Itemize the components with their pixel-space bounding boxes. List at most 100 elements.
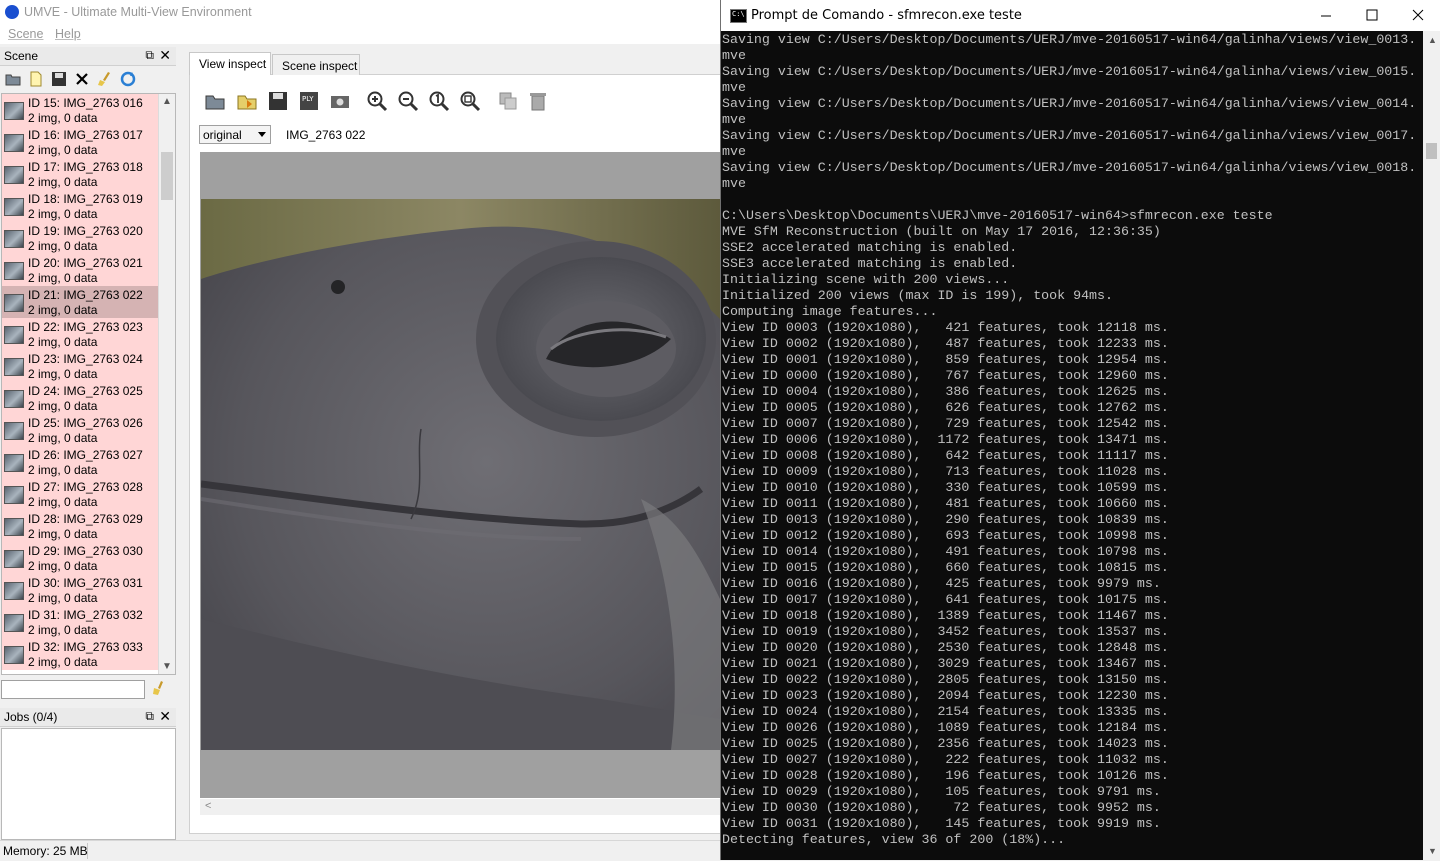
view-name: ID 15: IMG_2763 016 [28,96,143,110]
view-info: 2 img, 0 data [28,271,98,285]
console-line: View ID 0004 (1920x1080), 386 features, … [722,384,1169,399]
close-scene-icon[interactable] [74,71,90,87]
minimize-button[interactable] [1303,0,1349,31]
console-line: View ID 0009 (1920x1080), 713 features, … [722,464,1169,479]
tab-view-inspect[interactable]: View inspect [189,52,271,75]
scene-view-item[interactable]: ID 30: IMG_2763 031 2 img, 0 data [2,574,175,606]
zoom-fit-icon[interactable] [459,90,481,112]
menu-scene[interactable]: Scene [8,27,43,41]
view-info: 2 img, 0 data [28,303,98,317]
view-name: ID 27: IMG_2763 028 [28,480,143,494]
zoom-out-icon[interactable] [397,90,419,112]
view-thumbnail [4,614,24,632]
dock-close-icon[interactable]: ✕ [159,708,171,725]
clear-filter-icon[interactable] [152,680,166,696]
console-output[interactable]: Saving view C:/Users/Desktop/Documents/U… [722,32,1422,860]
console-line: View ID 0015 (1920x1080), 660 features, … [722,560,1169,575]
scene-view-item[interactable]: ID 28: IMG_2763 029 2 img, 0 data [2,510,175,542]
scroll-thumb[interactable] [1426,143,1437,159]
console-line: View ID 0000 (1920x1080), 767 features, … [722,368,1169,383]
view-name: ID 28: IMG_2763 029 [28,512,143,526]
console-scrollbar[interactable]: ▲ ▼ [1423,31,1440,860]
export-ply-icon[interactable]: PLY [298,90,320,112]
console-line: Initialized 200 views (max ID is 199), t… [722,288,1113,303]
scroll-down-icon[interactable]: ▼ [1428,846,1437,856]
trash-icon[interactable] [527,90,549,112]
image-mode-select[interactable]: original [199,125,271,144]
console-line: View ID 0031 (1920x1080), 145 features, … [722,816,1161,831]
scene-view-item[interactable]: ID 20: IMG_2763 021 2 img, 0 data [2,254,175,286]
scene-view-list[interactable]: ID 15: IMG_2763 016 2 img, 0 data ID 16: I… [1,93,176,675]
frog-statue-photo [201,199,720,750]
maximize-button[interactable] [1349,0,1395,31]
console-line: MVE SfM Reconstruction (built on May 17 … [722,224,1161,239]
refresh-icon[interactable] [120,71,136,87]
open-folder-icon[interactable] [5,71,21,87]
view-thumbnail [4,198,24,216]
dock-close-icon[interactable]: ✕ [159,47,171,64]
scene-view-item[interactable]: ID 18: IMG_2763 019 2 img, 0 data [2,190,175,222]
scene-list-scrollbar[interactable]: ▲ ▼ [158,94,175,674]
scene-view-item[interactable]: ID 21: IMG_2763 022 2 img, 0 data [2,286,175,318]
view-name: ID 23: IMG_2763 024 [28,352,143,366]
console-line: Saving view C:/Users/Desktop/Documents/U… [722,160,1417,175]
close-button[interactable] [1395,0,1440,31]
zoom-reset-icon[interactable] [428,90,450,112]
view-thumbnail [4,358,24,376]
tab-scene-inspect[interactable]: Scene inspect [272,54,360,75]
scroll-thumb[interactable] [161,152,173,200]
scroll-left-icon[interactable]: < [205,800,211,812]
console-line: View ID 0026 (1920x1080), 1089 features,… [722,720,1169,735]
save-icon[interactable] [51,71,67,87]
new-scene-icon[interactable] [28,71,44,87]
console-line: View ID 0002 (1920x1080), 487 features, … [722,336,1169,351]
scene-view-item[interactable]: ID 31: IMG_2763 032 2 img, 0 data [2,606,175,638]
command-prompt-window[interactable]: Prompt de Comando - sfmrecon.exe teste S… [720,0,1440,860]
image-horizontal-scrollbar[interactable]: < [200,799,720,815]
console-line: Saving view C:/Users/Desktop/Documents/U… [722,128,1417,143]
view-thumbnail [4,518,24,536]
scene-view-item[interactable]: ID 24: IMG_2763 025 2 img, 0 data [2,382,175,414]
view-thumbnail [4,166,24,184]
menu-help[interactable]: Help [55,27,81,41]
view-info: 2 img, 0 data [28,399,98,413]
scene-view-item[interactable]: ID 27: IMG_2763 028 2 img, 0 data [2,478,175,510]
view-info: 2 img, 0 data [28,239,98,253]
scene-filter-input[interactable] [1,680,145,699]
save-image-icon[interactable] [267,90,289,112]
scene-view-item[interactable]: ID 15: IMG_2763 016 2 img, 0 data [2,94,175,126]
scene-view-item[interactable]: ID 17: IMG_2763 018 2 img, 0 data [2,158,175,190]
view-info: 2 img, 0 data [28,527,98,541]
dock-float-icon[interactable]: ⧉ [145,709,154,724]
scene-view-item[interactable]: ID 29: IMG_2763 030 2 img, 0 data [2,542,175,574]
open-image-icon[interactable] [204,90,226,112]
scene-view-item[interactable]: ID 26: IMG_2763 027 2 img, 0 data [2,446,175,478]
console-line: View ID 0029 (1920x1080), 105 features, … [722,784,1161,799]
dock-float-icon[interactable]: ⧉ [145,48,154,63]
scene-dock-title: Scene [4,49,39,63]
cmd-title-bar[interactable]: Prompt de Comando - sfmrecon.exe teste [721,0,1440,31]
zoom-in-icon[interactable] [366,90,388,112]
clean-icon[interactable] [97,71,113,87]
scroll-up-icon[interactable]: ▲ [1428,35,1437,45]
scene-view-item[interactable]: ID 32: IMG_2763 033 2 img, 0 data [2,638,175,670]
console-line: mve [722,80,746,95]
screenshot-icon[interactable] [329,90,351,112]
scroll-up-icon[interactable]: ▲ [162,96,172,107]
scroll-down-icon[interactable]: ▼ [162,661,172,672]
jobs-dock-header: Jobs (0/4) ⧉ ✕ [0,708,176,727]
console-line: View ID 0025 (1920x1080), 2356 features,… [722,736,1169,751]
view-info: 2 img, 0 data [28,463,98,477]
scene-view-item[interactable]: ID 22: IMG_2763 023 2 img, 0 data [2,318,175,350]
view-thumbnail [4,230,24,248]
copy-icon[interactable] [497,90,519,112]
scene-view-item[interactable]: ID 19: IMG_2763 020 2 img, 0 data [2,222,175,254]
console-line: View ID 0023 (1920x1080), 2094 features,… [722,688,1169,703]
view-info: 2 img, 0 data [28,175,98,189]
reload-image-icon[interactable] [236,90,258,112]
scene-view-item[interactable]: ID 23: IMG_2763 024 2 img, 0 data [2,350,175,382]
scene-view-item[interactable]: ID 16: IMG_2763 017 2 img, 0 data [2,126,175,158]
view-name: ID 21: IMG_2763 022 [28,288,143,302]
scene-view-item[interactable]: ID 25: IMG_2763 026 2 img, 0 data [2,414,175,446]
console-line: View ID 0012 (1920x1080), 693 features, … [722,528,1169,543]
